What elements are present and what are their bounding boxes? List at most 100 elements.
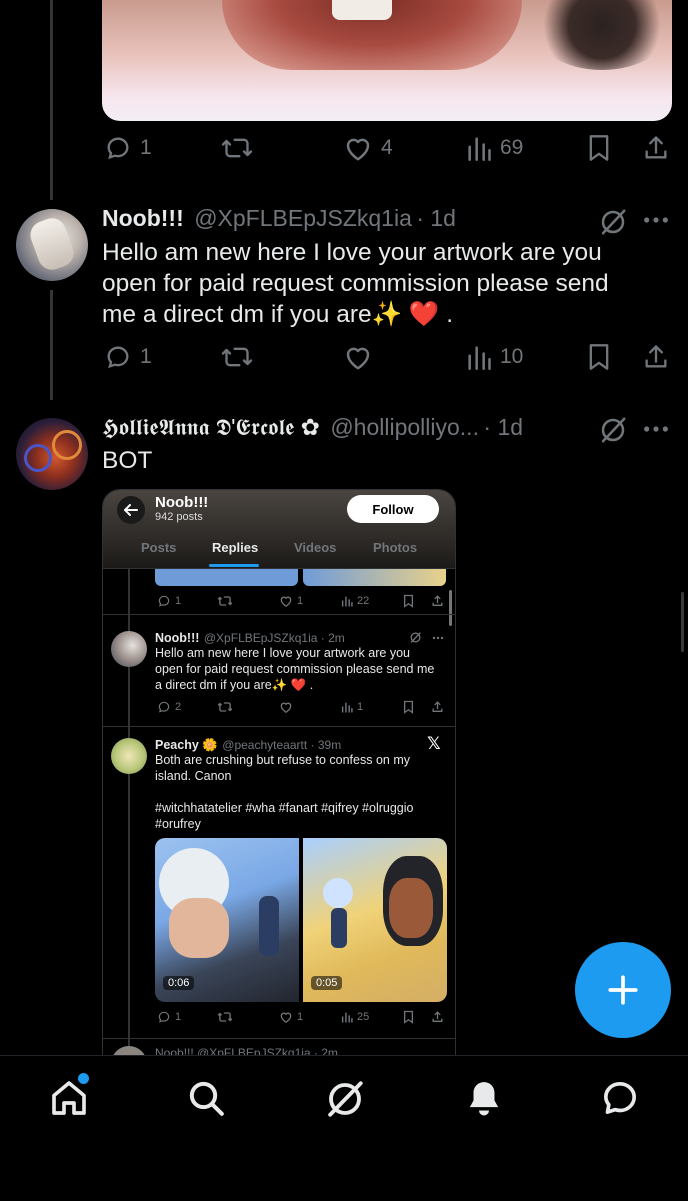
views-icon <box>468 346 491 370</box>
views-icon <box>341 702 353 713</box>
more-icon[interactable] <box>431 633 445 643</box>
views-icon <box>341 1012 353 1023</box>
grok-icon[interactable] <box>409 631 422 644</box>
share-icon[interactable] <box>431 1010 444 1024</box>
repost-button[interactable] <box>217 700 233 714</box>
like-button[interactable]: 1 <box>279 1010 303 1024</box>
video-thumbnail[interactable]: 0:06 <box>155 838 299 1002</box>
tab-photos[interactable]: Photos <box>373 540 417 555</box>
reply-button[interactable]: 2 <box>157 700 181 714</box>
post-text: Both are crushing but refuse to confess … <box>155 753 410 783</box>
more-icon <box>644 217 668 223</box>
compose-button[interactable] <box>575 942 671 1038</box>
repost-icon <box>217 702 233 712</box>
notifications-icon <box>469 1082 499 1116</box>
back-button[interactable] <box>117 496 145 524</box>
avatar[interactable] <box>111 631 147 667</box>
handle[interactable]: @XpFLBEpJSZkq1ia <box>194 205 412 231</box>
heart-icon <box>280 702 292 714</box>
repost-icon <box>221 138 253 158</box>
views-button[interactable]: 22 <box>341 594 369 608</box>
reply-button[interactable]: 1 <box>104 343 152 371</box>
reply-icon <box>107 137 129 160</box>
like-count: 1 <box>297 1011 304 1023</box>
nav-notifications[interactable] <box>464 1078 504 1123</box>
bookmark-icon[interactable] <box>403 700 414 714</box>
display-name[interactable]: Noob!!! <box>155 631 199 645</box>
x-logo-icon: 𝕏 <box>427 734 441 753</box>
avatar[interactable] <box>16 209 88 281</box>
embedded-screenshot[interactable]: Noob!!! 942 posts Follow Posts Replies V… <box>102 489 456 1056</box>
bookmark-button[interactable] <box>586 343 612 376</box>
like-button[interactable] <box>343 343 373 371</box>
bookmark-button[interactable] <box>586 134 612 167</box>
repost-button[interactable] <box>217 594 233 608</box>
repost-button[interactable] <box>220 134 254 162</box>
tab-replies[interactable]: Replies <box>212 540 258 555</box>
avatar[interactable] <box>16 418 88 490</box>
views-count: 1 <box>357 701 364 713</box>
video-thumbnail[interactable]: 0:05 <box>303 838 447 1002</box>
views-button[interactable]: 69 <box>466 134 523 162</box>
reply-button[interactable]: 1 <box>157 594 181 608</box>
share-icon[interactable] <box>431 700 444 714</box>
tab-posts[interactable]: Posts <box>141 540 176 555</box>
views-button[interactable]: 10 <box>466 343 523 371</box>
scrollbar[interactable] <box>449 590 452 626</box>
share-icon[interactable] <box>431 594 444 608</box>
video-duration: 0:05 <box>311 976 343 990</box>
nav-home[interactable] <box>49 1073 89 1123</box>
reply-button[interactable]: 1 <box>104 134 152 162</box>
reply-text: Hello am new here I love your artwork ar… <box>155 646 435 692</box>
bookmark-icon[interactable] <box>403 1010 414 1024</box>
display-name[interactable]: Noob!!! <box>102 205 184 231</box>
scrollbar[interactable] <box>681 592 684 652</box>
share-button[interactable] <box>642 343 670 376</box>
like-button[interactable]: 4 <box>343 134 393 162</box>
tab-videos[interactable]: Videos <box>294 540 336 555</box>
reply-icon <box>158 1011 170 1023</box>
grok-button[interactable] <box>598 415 628 450</box>
tab-indicator <box>209 564 259 567</box>
nav-messages[interactable] <box>600 1078 640 1123</box>
thread-line <box>50 290 53 400</box>
media-thumbnail[interactable] <box>303 569 446 586</box>
like-button[interactable]: 1 <box>279 594 303 608</box>
media-thumbnail[interactable] <box>155 569 298 586</box>
more-button[interactable] <box>642 417 670 446</box>
heart-icon <box>280 1012 292 1024</box>
grok-icon <box>328 1081 363 1117</box>
handle: @peachyteaartt · 39m <box>222 738 342 752</box>
grok-icon <box>601 417 626 443</box>
display-name[interactable]: 𝕳𝖔𝖑𝖑𝖎𝖊𝕬𝖓𝖓𝖆 𝕯'𝕰𝖗𝖈𝖔𝖑𝖊 ✿ <box>102 414 320 440</box>
display-name[interactable]: Peachy 🌼 <box>155 738 218 752</box>
post-text: BOT <box>102 447 153 474</box>
post-header: 𝕳𝖔𝖑𝖑𝖎𝖊𝕬𝖓𝖓𝖆 𝕯'𝕰𝖗𝖈𝖔𝖑𝖊 ✿ @hollipolliyo... ·… <box>102 414 523 441</box>
follow-button[interactable]: Follow <box>347 495 439 523</box>
reply-icon <box>107 346 129 369</box>
share-button[interactable] <box>642 134 670 167</box>
bookmark-icon <box>589 344 609 370</box>
reply-button[interactable]: 1 <box>157 1010 181 1024</box>
share-icon <box>645 136 667 159</box>
like-button[interactable] <box>279 700 293 714</box>
nav-grok[interactable] <box>324 1078 366 1125</box>
views-icon <box>341 596 353 607</box>
reply-count: 1 <box>140 136 152 159</box>
handle[interactable]: @hollipolliyo... <box>330 414 479 440</box>
views-button[interactable]: 1 <box>341 700 363 714</box>
views-button[interactable]: 25 <box>341 1010 369 1024</box>
post-image[interactable] <box>102 0 672 121</box>
share-icon <box>645 345 667 368</box>
hashtags[interactable]: #witchhatatelier #wha #fanart #qifrey #o… <box>155 800 445 832</box>
bookmark-icon[interactable] <box>403 594 414 608</box>
nav-search[interactable] <box>186 1078 226 1123</box>
arrow-left-icon <box>124 504 138 516</box>
repost-button[interactable] <box>217 1010 233 1024</box>
avatar[interactable] <box>111 738 147 774</box>
heart-icon <box>346 347 370 370</box>
more-button[interactable] <box>642 208 670 237</box>
reply-count: 1 <box>140 345 152 368</box>
repost-button[interactable] <box>220 343 254 371</box>
reply-count: 1 <box>175 595 182 607</box>
